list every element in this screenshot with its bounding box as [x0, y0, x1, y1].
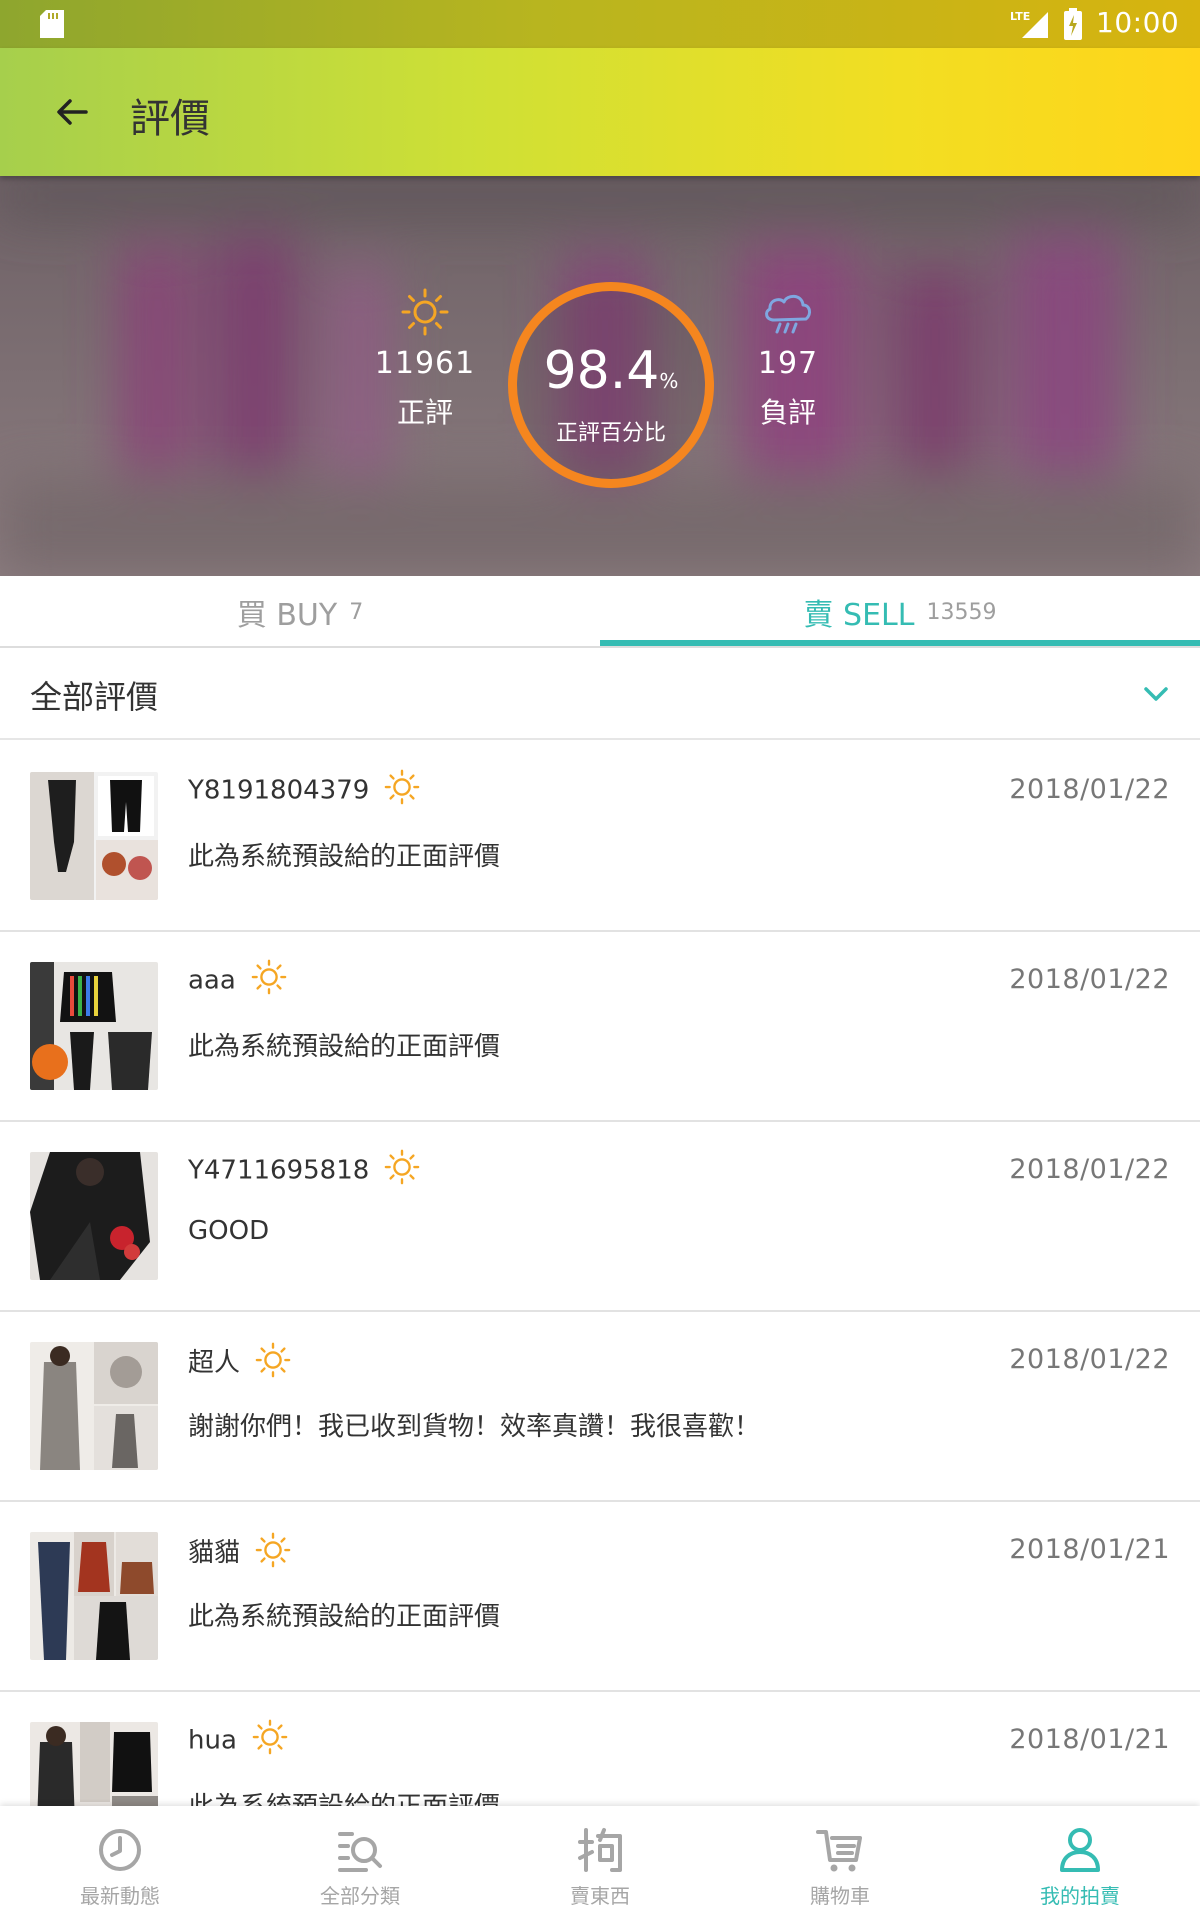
review-filter-dropdown[interactable]: 全部評價 [0, 648, 1200, 740]
reviewer-id: Y4711695818 [188, 1155, 370, 1186]
nav-label: 全部分類 [320, 1884, 400, 1908]
review-comment: 此為系統預設給的正面評價 [188, 1786, 500, 1806]
tab-indicator [600, 640, 1200, 646]
reviewer-name: hua [188, 1719, 289, 1760]
reviewer-id: 貓貓 [188, 1538, 241, 1568]
review-row[interactable]: 貓貓 2018/01/21 此為系統預設給的正面評價 [0, 1502, 1200, 1692]
status-bar: LTE 10:00 [0, 0, 1200, 48]
negative-label: 負評 [759, 396, 816, 429]
review-date: 2018/01/22 [1009, 774, 1170, 805]
arrow-left-icon [57, 99, 88, 125]
reviewer-name: aaa [188, 959, 288, 1000]
product-thumbnail [30, 1342, 158, 1470]
review-date: 2018/01/22 [1009, 1154, 1170, 1185]
bottom-navigation: 最新動態 全部分類 賣東西 購物車 我的拍賣 [0, 1806, 1200, 1920]
chevron-down-icon [1144, 687, 1168, 701]
cart-icon [816, 1830, 862, 1872]
percent-unit: % [659, 369, 679, 393]
svg-text:LTE: LTE [1010, 10, 1030, 23]
review-row[interactable]: Y4711695818 2018/01/22 GOOD [0, 1122, 1200, 1312]
nav-item-cart[interactable]: 購物車 [720, 1806, 960, 1920]
nav-label: 最新動態 [80, 1884, 160, 1908]
positive-count: 11961 [374, 346, 476, 381]
review-date: 2018/01/21 [1009, 1724, 1170, 1755]
sun-icon [384, 769, 420, 805]
sun-icon [255, 1532, 291, 1567]
nav-item-categories[interactable]: 全部分類 [240, 1806, 480, 1920]
reviewer-id: aaa [188, 965, 236, 996]
clock-icon [99, 1829, 141, 1871]
product-thumbnail [30, 1722, 158, 1806]
negative-count: 197 [757, 346, 819, 381]
review-comment: GOOD [188, 1216, 270, 1246]
reviewer-name: Y8191804379 [188, 769, 421, 810]
nav-item-my-auction[interactable]: 我的拍賣 [960, 1806, 1200, 1920]
percent-label: 正評百分比 [555, 421, 666, 446]
app-bar: 評價 [0, 48, 1200, 176]
tab-sell-label: 賣 SELL [803, 598, 915, 633]
review-date: 2018/01/22 [1009, 1344, 1170, 1375]
page-title: 評價 [130, 96, 210, 142]
positive-percent-ring: 98.4% 正評百分比 [508, 282, 714, 488]
nav-item-latest[interactable]: 最新動態 [0, 1806, 240, 1920]
negative-summary: 197 負評 [733, 286, 843, 431]
review-row[interactable]: hua 2018/01/21 此為系統預設給的正面評價 [0, 1692, 1200, 1806]
positive-summary: 11961 正評 [370, 286, 480, 431]
nav-label: 購物車 [810, 1884, 870, 1908]
review-date: 2018/01/22 [1009, 964, 1170, 995]
review-row[interactable]: aaa 2018/01/22 此為系統預設給的正面評價 [0, 932, 1200, 1122]
review-tabs: 買 BUY 7 賣 SELL 13559 [0, 576, 1200, 648]
reviewer-id: 超人 [188, 1348, 241, 1378]
lte-signal-icon: LTE [1010, 10, 1048, 38]
sun-icon [401, 288, 449, 336]
review-row[interactable]: Y8191804379 2018/01/22 此為系統預設給的正面評價 [0, 742, 1200, 932]
tab-buy-label: 買 BUY [236, 598, 338, 633]
nav-label: 我的拍賣 [1040, 1884, 1120, 1908]
sell-icon [578, 1828, 622, 1872]
reviewer-name: Y4711695818 [188, 1149, 421, 1190]
battery-charging-icon [1064, 8, 1082, 40]
review-comment: 此為系統預設給的正面評價 [188, 1602, 501, 1632]
tab-sell[interactable]: 賣 SELL 13559 [600, 576, 1200, 648]
tab-buy-count: 7 [349, 599, 364, 625]
review-date: 2018/01/21 [1009, 1534, 1170, 1565]
sun-icon [384, 1149, 420, 1185]
product-thumbnail [30, 962, 158, 1090]
percent-value: 98.4 [543, 341, 660, 401]
reviewer-name: 貓貓 [188, 1532, 292, 1573]
reviewer-name: 超人 [188, 1342, 292, 1383]
review-row[interactable]: 超人 2018/01/22 謝謝你們！我已收到貨物！效率真讚！我很喜歡！ [0, 1312, 1200, 1502]
nav-label: 賣東西 [570, 1884, 630, 1908]
category-search-icon [338, 1832, 382, 1872]
positive-percent: 98.4% [517, 341, 705, 401]
sun-icon [252, 1719, 288, 1755]
filter-label: 全部評價 [30, 678, 159, 716]
sun-icon [251, 959, 287, 995]
rain-cloud-icon [765, 294, 812, 334]
tab-sell-count: 13559 [926, 599, 997, 625]
status-time: 10:00 [1096, 6, 1180, 39]
reviewer-id: hua [188, 1725, 237, 1756]
tab-buy[interactable]: 買 BUY 7 [0, 576, 600, 648]
review-comment: 謝謝你們！我已收到貨物！效率真讚！我很喜歡！ [188, 1412, 761, 1442]
product-thumbnail [30, 1152, 158, 1280]
review-list[interactable]: Y8191804379 2018/01/22 此為系統預設給的正面評價 aaa … [0, 742, 1200, 1806]
review-comment: 此為系統預設給的正面評價 [188, 1032, 501, 1062]
positive-label: 正評 [396, 396, 453, 429]
back-button[interactable] [44, 84, 100, 140]
review-comment: 此為系統預設給的正面評價 [188, 842, 501, 872]
reviewer-id: Y8191804379 [188, 775, 370, 806]
sd-card-icon [40, 10, 64, 38]
product-thumbnail [30, 772, 158, 900]
rating-summary: 11961 正評 98.4% 正評百分比 197 負評 [0, 176, 1200, 576]
product-thumbnail [30, 1532, 158, 1660]
nav-item-sell[interactable]: 賣東西 [480, 1806, 720, 1920]
user-icon [1060, 1828, 1100, 1872]
sun-icon [255, 1342, 291, 1377]
